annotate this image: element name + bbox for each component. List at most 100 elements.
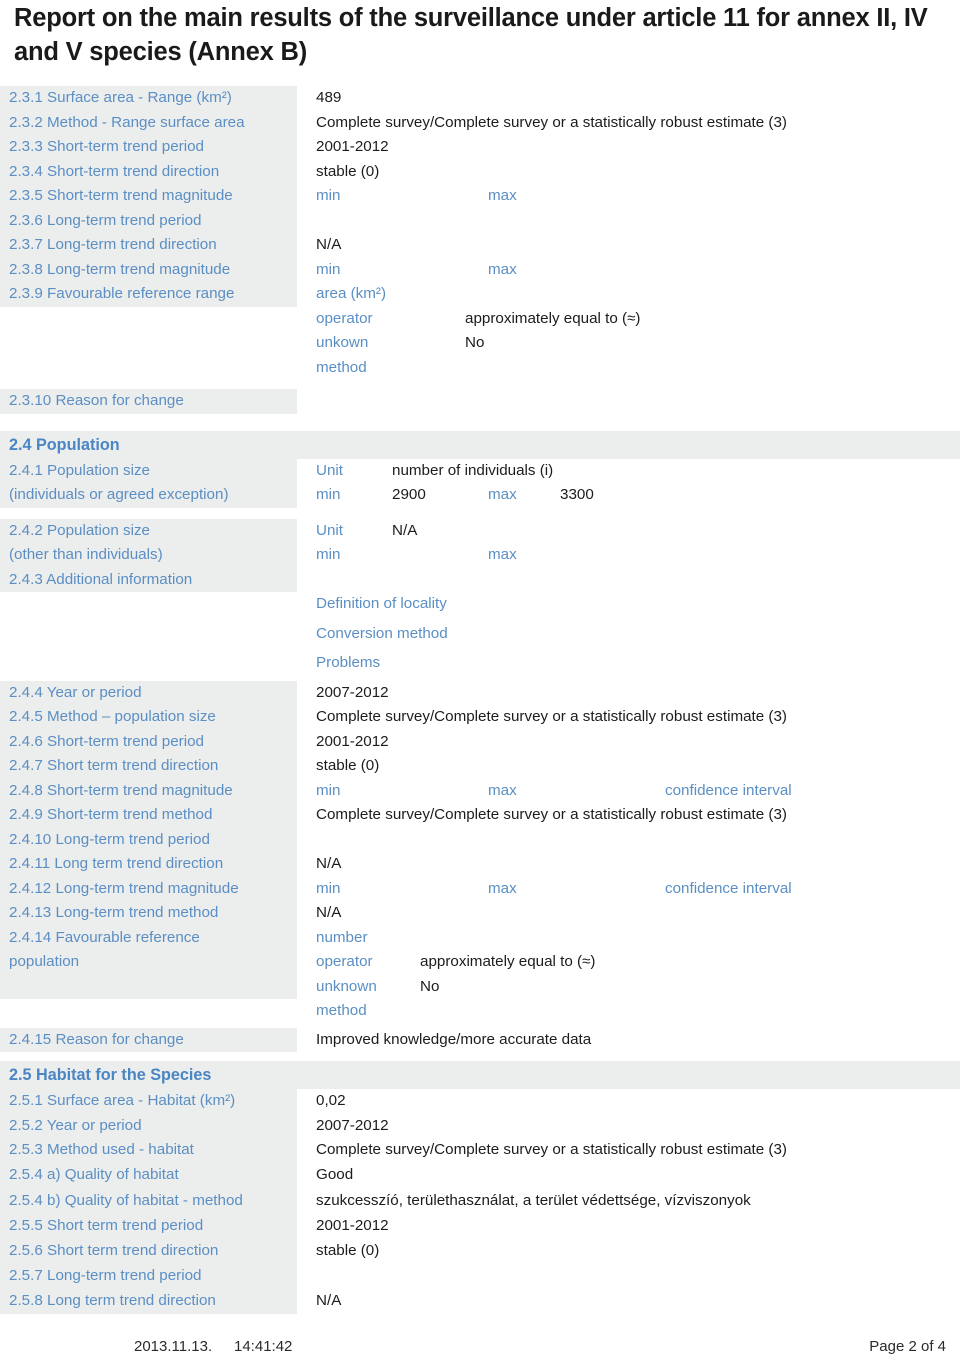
table-row: 2.4.9 Short-term trend method Complete s… [0,803,960,828]
row-label: 2.4.15 Reason for change [0,1027,297,1052]
table-row: Conversion method [0,622,960,652]
table-row: 2.4.13 Long-term trend method N/A [0,901,960,926]
unknown-value: No [420,977,440,995]
row-label: (individuals or agreed exception) [0,483,297,508]
table-row: (other than individuals) min max [0,543,960,568]
table-row: Problems [0,651,960,681]
max-label: max [488,546,517,563]
row-label: 2.4.5 Method – population size [0,705,297,730]
table-row: 2.3.1 Surface area - Range (km²) 489 [0,86,960,111]
table-row: unkown No [0,331,960,356]
row-value: 2007-2012 [316,683,389,701]
row-value: stable (0) [316,162,380,180]
row-value: min max confidence interval [316,877,960,902]
min-max-ci-line: min max confidence interval [316,779,960,804]
row-value [316,568,960,593]
table-row: operator approximately equal to (≈) [0,307,960,332]
row-value: Complete survey/Complete survey or a sta… [316,113,787,131]
table-row: 2.3.2 Method - Range surface area Comple… [0,110,960,135]
unknown-line: unknown No [316,975,960,1000]
table-row: 2.5.8 Long term trend direction N/A [0,1289,960,1314]
row-value: unkown No [316,331,960,356]
row-value: N/A [316,1292,342,1309]
operator-value: approximately equal to (≈) [465,309,641,327]
operator-label: operator [316,953,373,970]
row-label: 2.4.6 Short-term trend period [0,729,297,754]
table-row: 2.3.3 Short-term trend period 2001-2012 [0,135,960,160]
row-label: 2.4.2 Population size [0,518,297,543]
row-value: szukcesszíó, területhasználat, a terület… [316,1192,751,1209]
row-label: 2.3.3 Short-term trend period [0,135,297,160]
section-header-habitat: 2.5 Habitat for the Species [0,1061,960,1089]
table-row: Definition of locality [0,592,960,622]
table-row: 2.4.6 Short-term trend period 2001-2012 [0,729,960,754]
row-label: 2.4.4 Year or period [0,680,297,705]
row-value: N/A [316,904,342,921]
row-value: Improved knowledge/more accurate data [316,1030,592,1048]
row-value: N/A [316,855,342,872]
table-row: 2.3.8 Long-term trend magnitude min max [0,257,960,283]
row-label-empty [0,651,297,681]
table-row: 2.3.9 Favourable reference range area (k… [0,282,960,307]
table-row: 2.4.4 Year or period 2007-2012 [0,680,960,705]
definition-of-locality: Definition of locality [316,595,447,612]
row-value: area (km²) [316,282,960,307]
row-value: operator approximately equal to (≈) [316,950,960,975]
row-spacer [0,413,960,431]
number-label: number [316,928,368,946]
row-value: unknown No [316,975,960,1000]
row-label: 2.5.4 a) Quality of habitat [0,1162,297,1187]
unknown-label: unknown [316,977,377,995]
table-row: population operator approximately equal … [0,950,960,975]
row-label: (other than individuals) [0,543,297,568]
table-row: 2.4.8 Short-term trend magnitude min max… [0,778,960,804]
table-row: 2.4.3 Additional information [0,567,960,593]
table-row: 2.5.1 Surface area - Habitat (km²) 0,02 [0,1089,960,1114]
table-row: method [0,999,960,1024]
row-value: method [316,356,960,381]
row-label: 2.3.2 Method - Range surface area [0,110,297,135]
row-label-empty [0,974,297,999]
min-max-line: min 2900 max 3300 [316,483,960,508]
row-label-empty [0,622,297,652]
table-row: 2.5.5 Short term trend period 2001-2012 [0,1214,960,1239]
max-label: max [488,187,517,204]
unit-line: Unit number of individuals (i) [316,459,960,484]
row-value: operator approximately equal to (≈) [316,307,960,332]
row-value: min max [316,543,960,568]
operator-value: approximately equal to (≈) [420,953,596,970]
table-row: 2.4.12 Long-term trend magnitude min max… [0,876,960,902]
row-label: 2.5.8 Long term trend direction [0,1289,297,1314]
table-row: 2.4.11 Long term trend direction N/A [0,852,960,877]
problems: Problems [316,654,381,671]
table-row: 2.4.2 Population size Unit N/A [0,518,960,543]
row-label-empty [0,356,297,381]
min-label: min [316,546,341,563]
row-value: min max [316,184,960,209]
table-row: 2.4.10 Long-term trend period [0,827,960,852]
conversion-method: Conversion method [316,624,448,642]
unkown-line: unkown No [316,331,960,356]
section-header-population: 2.4 Population [0,430,960,459]
row-value [316,1263,960,1289]
unit-value: number of individuals (i) [392,461,554,479]
row-label: 2.5.6 Short term trend direction [0,1238,297,1263]
unit-label: Unit [316,461,344,479]
row-label-empty [0,999,297,1024]
row-label: 2.5.7 Long-term trend period [0,1263,297,1289]
min-value: 2900 [392,486,426,503]
row-label: 2.4.9 Short-term trend method [0,803,297,828]
row-spacer [0,507,960,519]
table-row: 2.5.6 Short term trend direction stable … [0,1238,960,1263]
table-row: 2.5.3 Method used - habitat Complete sur… [0,1138,960,1163]
row-value: 2001-2012 [316,1217,389,1234]
confidence-interval-label: confidence interval [665,781,792,799]
max-label: max [488,486,517,503]
table-row: 2.5.4 b) Quality of habitat - method szu… [0,1187,960,1214]
table-row: 2.5.4 a) Quality of habitat Good [0,1162,960,1187]
row-value: min max [316,258,960,283]
min-max-line: min max [316,543,960,568]
number-line: number [316,926,960,951]
footer-page-number: Page 2 of 4 [869,1338,946,1355]
row-value: 2001-2012 [316,732,389,750]
